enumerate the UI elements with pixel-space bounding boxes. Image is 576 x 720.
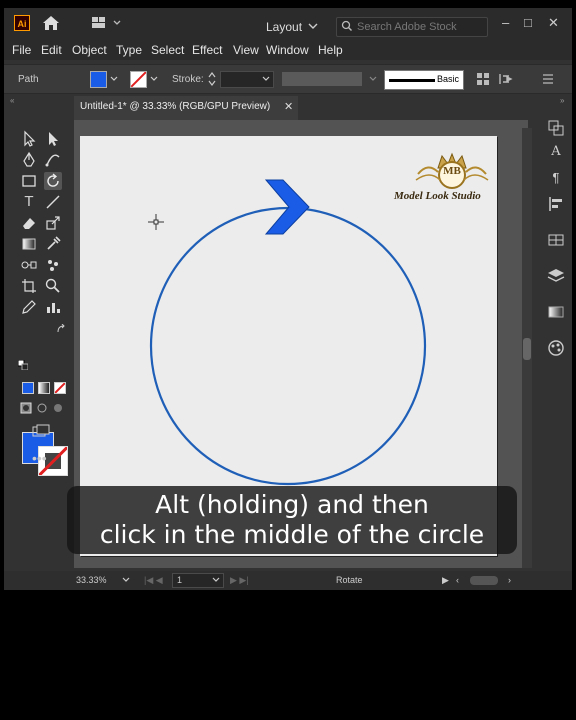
paragraph-icon[interactable]: ¶ <box>546 168 566 188</box>
status-menu-icon[interactable]: ▶ <box>442 575 449 586</box>
chevron-down-icon[interactable] <box>122 577 130 583</box>
current-tool-name: Rotate <box>336 575 363 585</box>
circle-path[interactable] <box>149 206 427 486</box>
crosshair-cursor-icon <box>148 214 164 230</box>
caption-overlay: Alt (holding) and then click in the midd… <box>67 486 517 554</box>
logo-initials: MB <box>443 165 461 177</box>
align-panel-icon[interactable] <box>546 194 566 214</box>
scroll-right-icon[interactable]: › <box>508 575 511 585</box>
caption-line-1: Alt (holding) and then <box>155 490 429 519</box>
caption-line-2: click in the middle of the circle <box>99 520 485 549</box>
appearance-icon[interactable] <box>546 338 566 358</box>
character-icon[interactable]: A <box>546 142 566 162</box>
libraries-icon[interactable] <box>546 230 566 250</box>
horizontal-scrollbar-thumb[interactable] <box>470 576 498 585</box>
right-panel-dock: A ¶ <box>540 112 572 372</box>
first-artboard-icon[interactable]: |◀ ◀ <box>144 575 163 586</box>
next-artboard-icon[interactable]: ▶ ▶| <box>230 575 249 586</box>
illustrator-window: Ai Layout Search Adobe Stock – □ ✕ File … <box>4 8 572 590</box>
properties-icon[interactable] <box>546 118 566 138</box>
scroll-left-icon[interactable]: ‹ <box>456 575 459 585</box>
layers-icon[interactable] <box>546 266 566 286</box>
studio-name: Model Look Studio <box>394 190 481 202</box>
artboard-number: 1 <box>177 575 183 585</box>
chevron-down-icon[interactable] <box>212 577 220 583</box>
status-bar: 33.33% |◀ ◀ 1 ▶ ▶| Rotate ▶ ‹ › <box>4 571 572 590</box>
gradient-panel-icon[interactable] <box>546 302 566 322</box>
zoom-level[interactable]: 33.33% <box>76 575 107 585</box>
